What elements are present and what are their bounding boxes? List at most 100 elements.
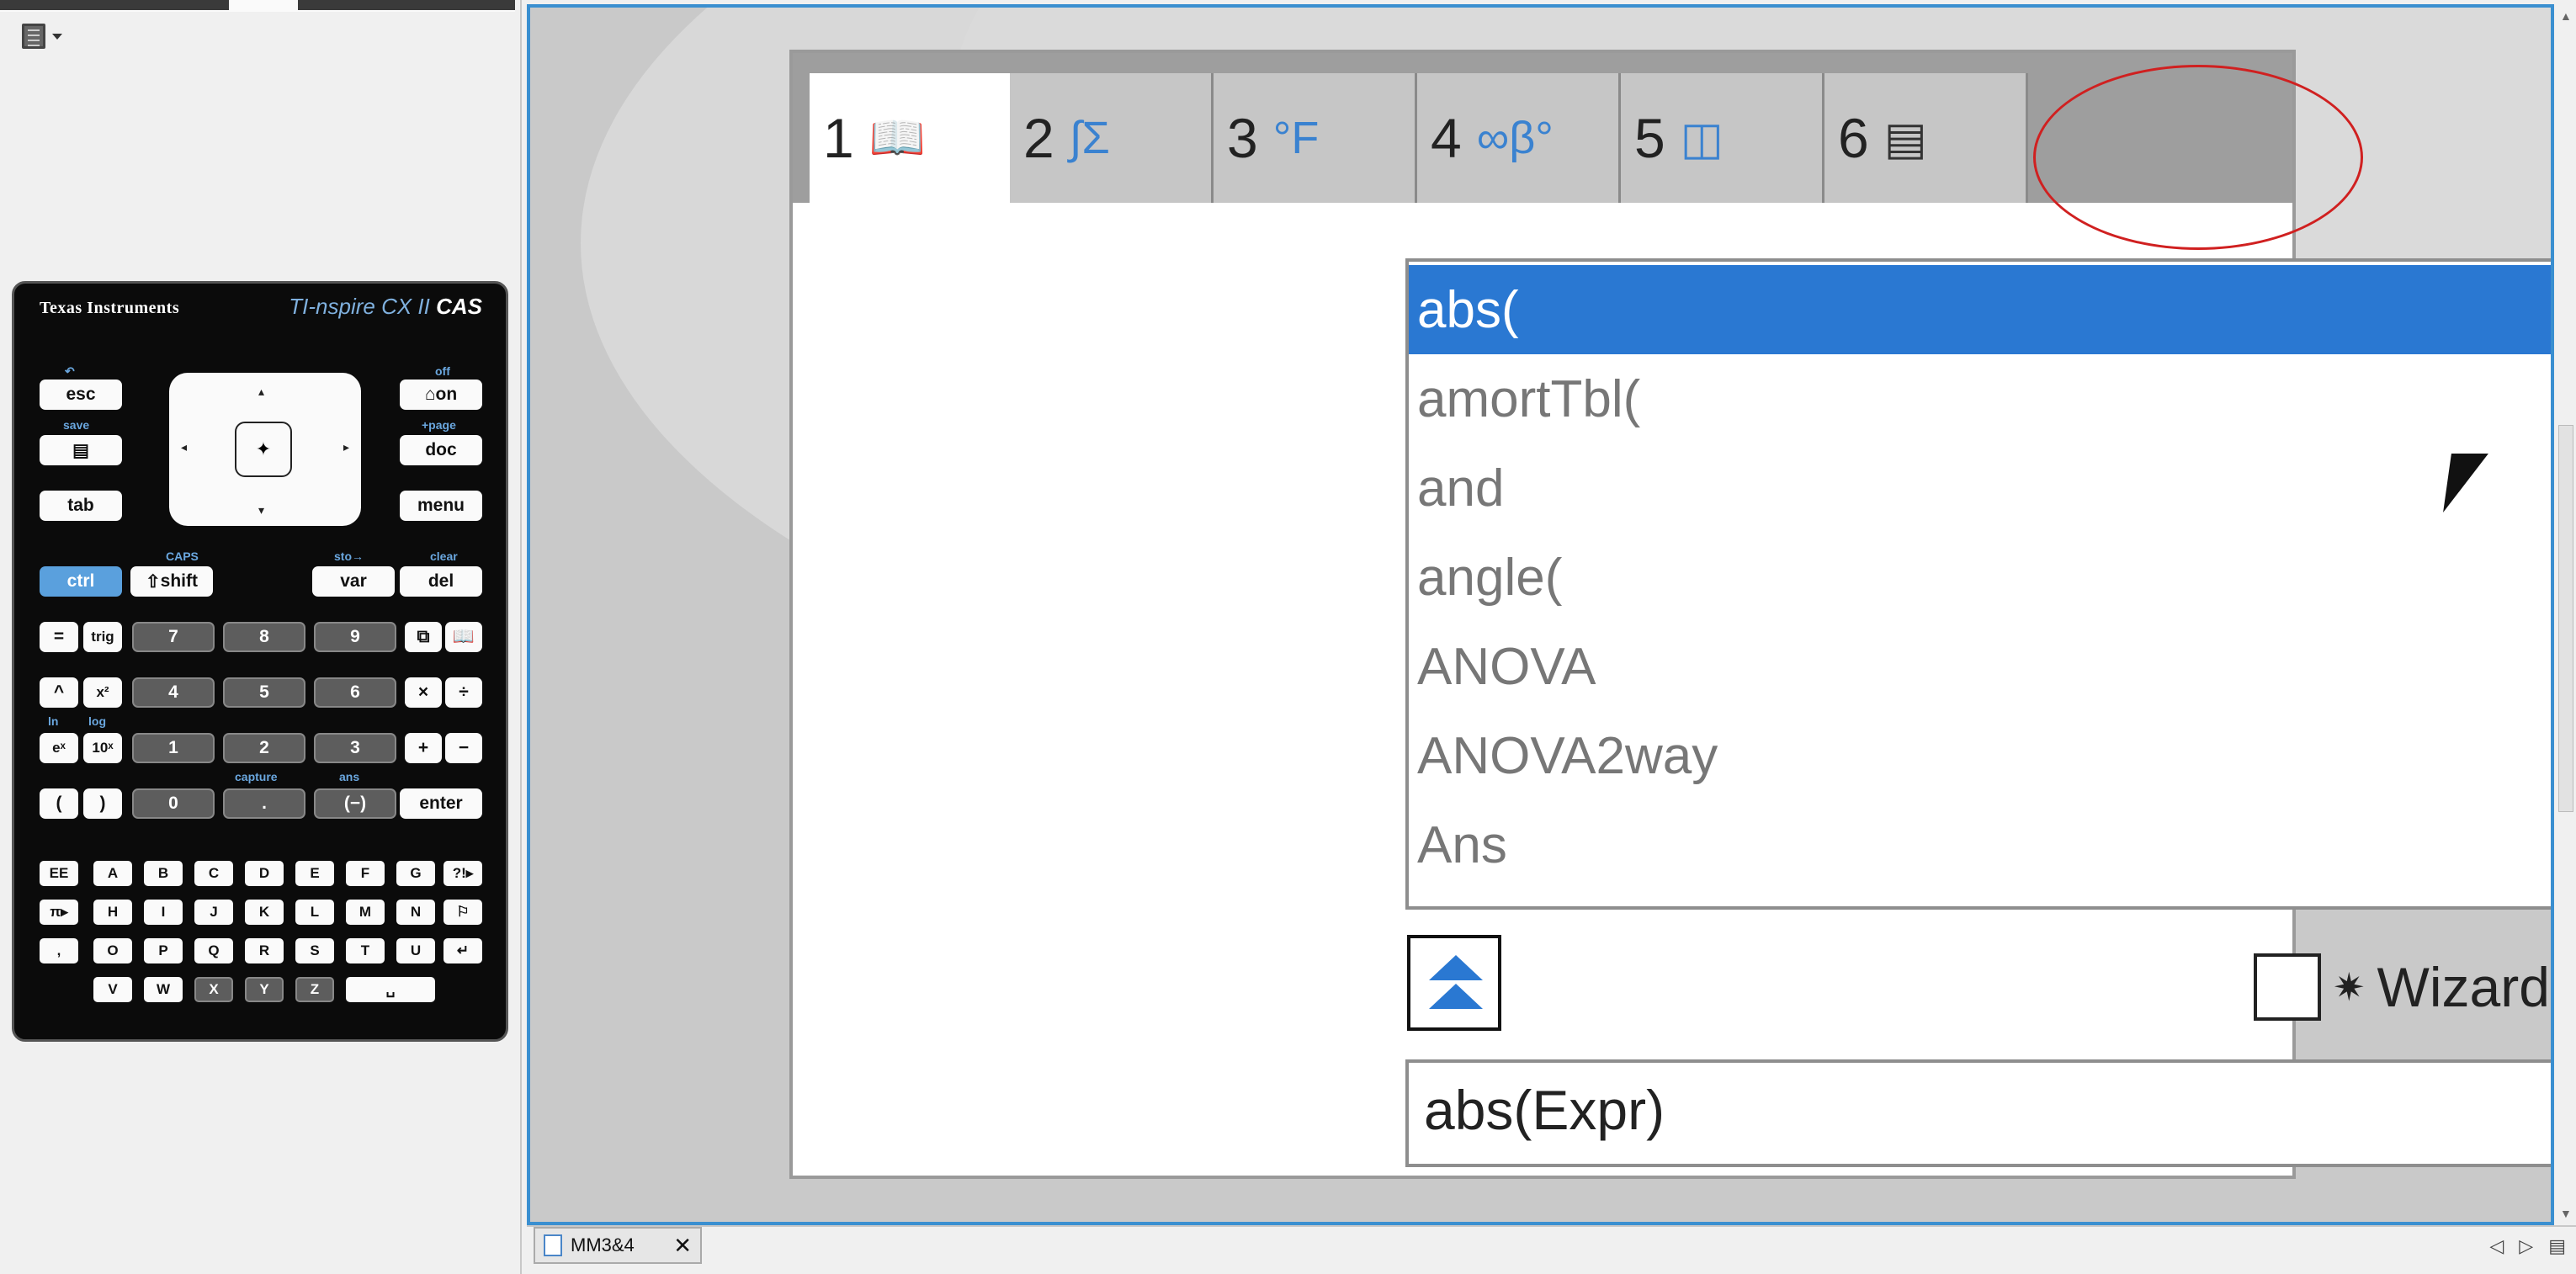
key-tab[interactable]: tab — [40, 491, 122, 521]
key-j[interactable]: J — [194, 900, 233, 925]
key-on[interactable]: ⌂ on — [400, 380, 482, 410]
key-9[interactable]: 9 — [314, 622, 396, 652]
list-item[interactable]: angle( — [1409, 533, 2551, 622]
key-n[interactable]: N — [396, 900, 435, 925]
wizards-checkbox[interactable] — [2254, 953, 2321, 1021]
key-flag[interactable]: ⚐ — [443, 900, 482, 925]
calculator-model: TI-nspire CX II CAS — [289, 294, 482, 319]
key-2[interactable]: 2 — [223, 733, 305, 763]
key-w[interactable]: W — [144, 977, 183, 1002]
key-exp[interactable]: eˣ — [40, 733, 78, 763]
key-c[interactable]: C — [194, 861, 233, 886]
key-scratchpad[interactable]: ▤ — [40, 435, 122, 465]
key-close-paren[interactable]: ) — [83, 788, 122, 819]
key-del[interactable]: del — [400, 566, 482, 597]
key-minus[interactable]: − — [445, 733, 482, 763]
tab-catalog-3[interactable]: 3 °F — [1214, 73, 1417, 203]
key-v[interactable]: V — [93, 977, 132, 1002]
key-ee[interactable]: EE — [40, 861, 78, 886]
tab-document[interactable]: MM3&4 ✕ — [534, 1227, 702, 1264]
key-menu[interactable]: menu — [400, 491, 482, 521]
key-plus[interactable]: + — [405, 733, 442, 763]
key-h[interactable]: H — [93, 900, 132, 925]
window-scrollbar[interactable]: ▲ ▼ — [2555, 4, 2576, 1225]
key-esc[interactable]: esc — [40, 380, 122, 410]
scroll-up-icon[interactable]: ▲ — [2560, 9, 2572, 23]
close-icon[interactable]: ✕ — [673, 1233, 692, 1259]
key-enter[interactable]: enter — [400, 788, 482, 819]
tab-catalog-4[interactable]: 4 ∞β° — [1417, 73, 1621, 203]
key-q[interactable]: Q — [194, 938, 233, 963]
next-page-icon[interactable]: ▷ — [2519, 1235, 2533, 1257]
list-item[interactable]: ANOVA2way✷ — [1409, 711, 2551, 800]
tab-catalog-6[interactable]: 6 ▤ — [1824, 73, 2028, 203]
key-negative[interactable]: (−) — [314, 788, 396, 819]
key-g[interactable]: G — [396, 861, 435, 886]
tab-catalog-5[interactable]: 5 ◫ — [1621, 73, 1824, 203]
key-decimal[interactable]: . — [223, 788, 305, 819]
wizards-toggle[interactable]: ✷ Wizards On — [2254, 952, 2551, 1022]
key-d[interactable]: D — [245, 861, 284, 886]
touchpad-center[interactable]: ✦ — [235, 422, 292, 477]
list-item[interactable]: abs( — [1409, 265, 2551, 354]
key-a[interactable]: A — [93, 861, 132, 886]
page-sorter-icon[interactable]: ▤ — [2548, 1235, 2566, 1257]
key-1[interactable]: 1 — [132, 733, 215, 763]
key-ten-power[interactable]: 10ˣ — [83, 733, 122, 763]
key-catalog[interactable]: 📖 — [445, 622, 482, 652]
key-u[interactable]: U — [396, 938, 435, 963]
key-6[interactable]: 6 — [314, 677, 396, 708]
key-comma[interactable]: , — [40, 938, 78, 963]
key-doc[interactable]: doc — [400, 435, 482, 465]
key-multiply[interactable]: × — [405, 677, 442, 708]
key-shift[interactable]: ⇧ shift — [130, 566, 213, 597]
collapse-help-button[interactable] — [1407, 935, 1501, 1031]
list-item[interactable]: ANOVA✷ — [1409, 622, 2551, 711]
key-z[interactable]: Z — [295, 977, 334, 1002]
previous-page-icon[interactable]: ◁ — [2489, 1235, 2504, 1257]
key-r[interactable]: R — [245, 938, 284, 963]
scroll-thumb[interactable] — [2558, 425, 2573, 812]
key-divide[interactable]: ÷ — [445, 677, 482, 708]
key-m[interactable]: M — [346, 900, 385, 925]
list-item[interactable]: amortTbl( — [1409, 354, 2551, 443]
key-pi[interactable]: π▸ — [40, 900, 78, 925]
key-y[interactable]: Y — [245, 977, 284, 1002]
key-0[interactable]: 0 — [132, 788, 215, 819]
key-3[interactable]: 3 — [314, 733, 396, 763]
page-sorter-menu[interactable] — [22, 22, 72, 50]
key-x[interactable]: X — [194, 977, 233, 1002]
key-var[interactable]: var — [312, 566, 395, 597]
key-b[interactable]: B — [144, 861, 183, 886]
key-5[interactable]: 5 — [223, 677, 305, 708]
key-i[interactable]: I — [144, 900, 183, 925]
key-l[interactable]: L — [295, 900, 334, 925]
key-t[interactable]: T — [346, 938, 385, 963]
key-7[interactable]: 7 — [132, 622, 215, 652]
key-o[interactable]: O — [93, 938, 132, 963]
list-item[interactable]: and — [1409, 443, 2551, 533]
key-punct[interactable]: ?!▸ — [443, 861, 482, 886]
key-4[interactable]: 4 — [132, 677, 215, 708]
key-k[interactable]: K — [245, 900, 284, 925]
key-equals[interactable]: = — [40, 622, 78, 652]
key-p[interactable]: P — [144, 938, 183, 963]
key-power[interactable]: ^ — [40, 677, 78, 708]
tab-catalog-2[interactable]: 2 ∫Σ — [1010, 73, 1214, 203]
key-trig[interactable]: trig — [83, 622, 122, 652]
key-f[interactable]: F — [346, 861, 385, 886]
catalog-list[interactable]: abs( amortTbl( and angle( ANOVA✷ ANOVA2w… — [1405, 258, 2551, 910]
key-s[interactable]: S — [295, 938, 334, 963]
touchpad[interactable]: ▴ ▾ ◂ ▸ ✦ — [169, 373, 361, 526]
key-e[interactable]: E — [295, 861, 334, 886]
scroll-down-icon[interactable]: ▼ — [2560, 1207, 2572, 1220]
key-square[interactable]: x² — [83, 677, 122, 708]
key-8[interactable]: 8 — [223, 622, 305, 652]
key-open-paren[interactable]: ( — [40, 788, 78, 819]
key-return[interactable]: ↵ — [443, 938, 482, 963]
key-space[interactable]: ␣ — [346, 977, 435, 1002]
tab-catalog-1[interactable]: 1 📖 — [810, 73, 1010, 203]
key-templates[interactable]: ⧉ — [405, 622, 442, 652]
list-item[interactable]: Ans — [1409, 800, 2551, 889]
key-ctrl[interactable]: ctrl — [40, 566, 122, 597]
